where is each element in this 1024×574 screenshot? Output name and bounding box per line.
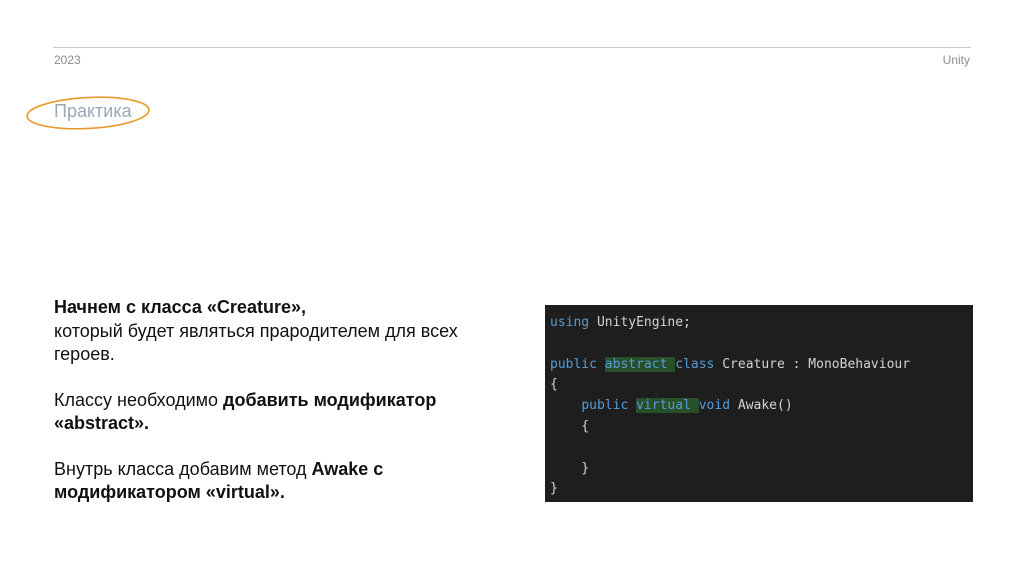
code-block: using UnityEngine; public abstract class… [545, 305, 973, 502]
code-keyword: public [550, 356, 597, 372]
code-line: { [550, 417, 968, 438]
paragraph-intro: Начнем с класса «Creature», который буде… [54, 296, 474, 367]
code-text: UnityEngine; [589, 315, 691, 330]
code-line: { [550, 375, 968, 396]
header-divider [53, 47, 971, 48]
code-text: } [550, 481, 558, 497]
code-text: Awake() [730, 398, 793, 414]
code-line: using UnityEngine; [550, 313, 968, 334]
description-text: Начнем с класса «Creature», который буде… [54, 296, 474, 527]
awake-pre: Внутрь класса добавим метод [54, 458, 312, 479]
intro-bold: Начнем с класса «Creature», [54, 297, 306, 317]
code-line: } [550, 479, 968, 500]
code-text: { [550, 377, 558, 393]
abstract-pre: Классу необходимо [54, 389, 224, 410]
code-text: Creature : MonoBehaviour [714, 356, 911, 372]
code-highlight-virtual: virtual [636, 398, 699, 414]
section-title: Практика [54, 101, 132, 121]
slide: 2023 Unity Практика Начнем с класса «Cre… [0, 0, 1024, 574]
code-line: } [550, 459, 968, 480]
code-line: public virtual void Awake() [550, 396, 968, 417]
header-topic: Unity [942, 53, 970, 67]
code-keyword: class [675, 356, 715, 372]
paragraph-abstract: Классу необходимо добавить модификатор «… [54, 389, 474, 436]
code-keyword: void [698, 398, 731, 414]
paragraph-awake: Внутрь класса добавим метод Awake с моди… [54, 458, 474, 505]
code-text: } [550, 460, 590, 476]
code-keyword: using [550, 315, 590, 330]
code-text: { [550, 418, 590, 434]
code-keyword: public [581, 398, 629, 414]
intro-rest: который будет являться прародителем для … [54, 320, 458, 365]
code-line: public abstract class Creature : MonoBeh… [550, 355, 968, 376]
header-year: 2023 [54, 53, 81, 67]
code-highlight-abstract: abstract [604, 356, 676, 372]
